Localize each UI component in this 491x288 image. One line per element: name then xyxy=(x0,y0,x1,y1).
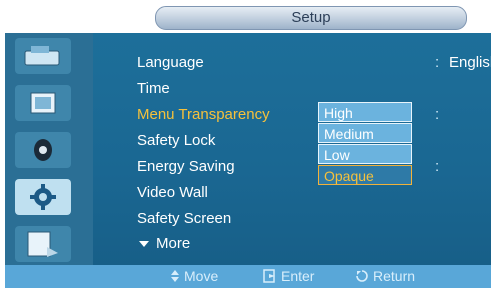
more-label: More xyxy=(156,235,191,252)
menu-item-video-wall[interactable]: Video Wall xyxy=(137,184,208,201)
hint-return-label: Return xyxy=(373,268,416,284)
separator-colon: : xyxy=(435,106,440,123)
menu-item-safety-screen[interactable]: Safety Screen xyxy=(137,210,231,227)
sidebar-item-speaker[interactable] xyxy=(15,132,71,168)
title-pill: Setup xyxy=(155,6,467,30)
menu-item-safety-lock[interactable]: Safety Lock xyxy=(137,132,215,149)
hint-enter: Enter xyxy=(263,268,314,284)
hint-enter-label: Enter xyxy=(281,268,315,284)
picture-icon xyxy=(24,46,60,66)
dropdown-option-medium[interactable]: Medium xyxy=(318,123,412,143)
osd-frame: Setup Language: Englis Time Menu Transp… xyxy=(5,0,491,288)
sidebar xyxy=(5,33,93,265)
setup-gear-icon xyxy=(30,184,56,210)
menu-item-menu-transparency[interactable]: Menu Transparency xyxy=(137,106,270,123)
menu-item-time[interactable]: Time xyxy=(137,80,170,97)
chevron-down-icon xyxy=(139,240,149,247)
hint-return: Return xyxy=(355,268,415,284)
title-bar: Setup xyxy=(5,0,491,33)
speaker-icon xyxy=(34,139,52,161)
sidebar-item-input[interactable] xyxy=(15,226,71,262)
input-icon xyxy=(27,231,58,257)
separator-colon: : xyxy=(435,54,440,71)
hint-move: Move xyxy=(170,268,218,284)
bottom-help-bar: Move Enter Return xyxy=(5,265,491,288)
menu-item-language[interactable]: Language xyxy=(137,54,204,71)
sidebar-item-sound[interactable] xyxy=(15,85,71,121)
updown-icon xyxy=(171,270,179,282)
dropdown-option-opaque[interactable]: Opaque xyxy=(318,165,412,185)
sound-icon xyxy=(30,92,56,114)
sidebar-item-setup[interactable] xyxy=(15,179,71,215)
hint-move-label: Move xyxy=(184,268,219,284)
menu-item-energy-saving[interactable]: Energy Saving xyxy=(137,158,235,175)
menu-value-language: English xyxy=(449,54,491,71)
enter-icon xyxy=(263,269,275,283)
return-icon xyxy=(356,270,368,282)
more-button[interactable]: More xyxy=(138,235,190,252)
sidebar-item-picture[interactable] xyxy=(15,38,71,74)
dropdown-option-high[interactable]: High xyxy=(318,102,412,122)
page-title: Setup xyxy=(291,9,331,26)
dropdown-option-low[interactable]: Low xyxy=(318,144,412,164)
separator-colon: : xyxy=(435,158,440,175)
